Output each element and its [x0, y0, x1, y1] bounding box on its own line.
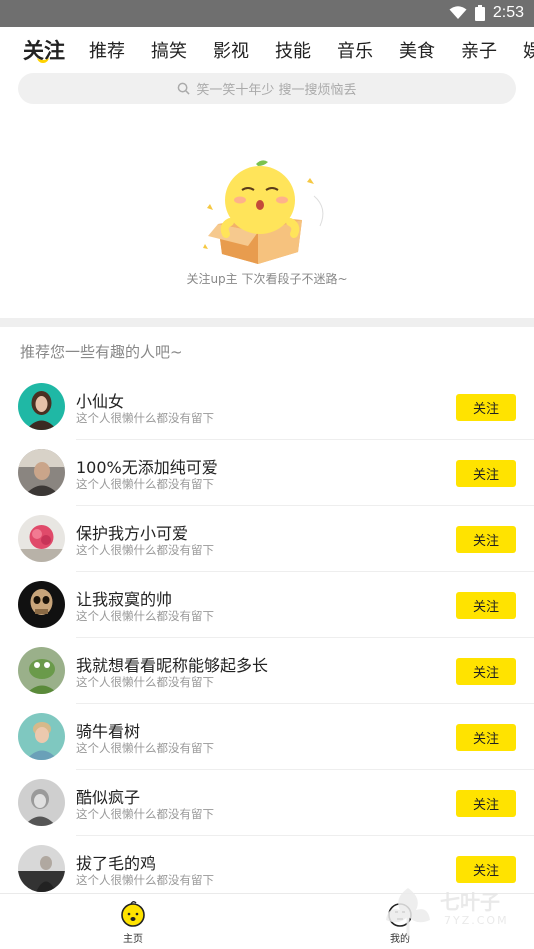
user-bio: 这个人很懒什么都没有留下: [76, 609, 214, 623]
avatar[interactable]: [18, 713, 65, 760]
user-bio: 这个人很懒什么都没有留下: [76, 807, 214, 821]
watermark: 七叶子 7YZ.COM: [378, 880, 528, 940]
avatar[interactable]: [18, 845, 65, 892]
search-placeholder: 笑一笑十年少 搜一搜烦恼丢: [196, 83, 357, 98]
follow-button[interactable]: 关注: [456, 526, 516, 553]
user-bio: 这个人很懒什么都没有留下: [76, 873, 214, 887]
user-name: 保护我方小可爱: [76, 524, 189, 543]
user-bio: 这个人很懒什么都没有留下: [76, 675, 214, 689]
follow-button[interactable]: 关注: [456, 394, 516, 421]
list-item[interactable]: 我就想看看昵称能够起多长 这个人很懒什么都没有留下 关注: [0, 638, 534, 704]
follow-button[interactable]: 关注: [456, 592, 516, 619]
follow-button[interactable]: 关注: [456, 856, 516, 883]
clock: 2:53: [492, 4, 524, 21]
avatar[interactable]: [18, 449, 65, 496]
list-item[interactable]: 100%无添加纯可爱 这个人很懒什么都没有留下 关注: [0, 440, 534, 506]
tab-food[interactable]: 美食: [399, 37, 435, 63]
user-name: 小仙女: [76, 392, 125, 411]
category-tabs: 关注 推荐 搞笑 影视 技能 音乐 美食 亲子 娱: [0, 27, 534, 73]
watermark-brand: 七叶子: [440, 890, 500, 914]
follow-button[interactable]: 关注: [456, 724, 516, 751]
search-bar[interactable]: 笑一笑十年少 搜一搜烦恼丢: [18, 73, 516, 104]
nav-home-label: 主页: [123, 934, 143, 945]
nav-home[interactable]: 主页: [103, 900, 163, 945]
user-bio: 这个人很懒什么都没有留下: [76, 741, 214, 755]
tab-funny[interactable]: 搞笑: [151, 37, 187, 63]
tab-recommend[interactable]: 推荐: [89, 37, 125, 63]
user-name: 骑牛看树: [76, 722, 141, 741]
empty-follow-state: 关注up主 下次看段子不迷路~: [0, 112, 534, 318]
recommend-title: 推荐您一些有趣的人吧~: [20, 343, 183, 361]
avatar[interactable]: [18, 779, 65, 826]
user-name: 酷似疯子: [76, 788, 141, 807]
user-bio: 这个人很懒什么都没有留下: [76, 543, 214, 557]
watermark-domain: 7YZ.COM: [444, 914, 509, 927]
search-icon: [178, 82, 191, 95]
list-item[interactable]: 保护我方小可爱 这个人很懒什么都没有留下 关注: [0, 506, 534, 572]
list-item[interactable]: 骑牛看树 这个人很懒什么都没有留下 关注: [0, 704, 534, 770]
home-face-icon: [121, 901, 145, 927]
avatar[interactable]: [18, 383, 65, 430]
tab-skills[interactable]: 技能: [275, 37, 311, 63]
battery-icon: [474, 5, 485, 21]
status-icons: 2:53: [449, 4, 524, 22]
avatar[interactable]: [18, 515, 65, 562]
section-divider: [0, 318, 534, 327]
tab-entertainment[interactable]: 娱: [523, 37, 534, 63]
recommend-list: 小仙女 这个人很懒什么都没有留下 关注 100%无添加纯可爱 这个人很懒什么都没…: [0, 374, 534, 902]
list-item[interactable]: 小仙女 这个人很懒什么都没有留下 关注: [0, 374, 534, 440]
user-name: 100%无添加纯可爱: [76, 458, 218, 477]
list-item[interactable]: 酷似疯子 这个人很懒什么都没有留下 关注: [0, 770, 534, 836]
wifi-icon: [449, 6, 467, 19]
user-name: 我就想看看昵称能够起多长: [76, 656, 269, 675]
leaf-logo-icon: [386, 888, 430, 936]
tab-music[interactable]: 音乐: [337, 37, 373, 63]
follow-button[interactable]: 关注: [456, 790, 516, 817]
lemon-mascot-illustration: [203, 160, 324, 264]
avatar[interactable]: [18, 581, 65, 628]
empty-state-text: 关注up主 下次看段子不迷路~: [186, 272, 348, 286]
list-item[interactable]: 让我寂寞的帅 这个人很懒什么都没有留下 关注: [0, 572, 534, 638]
follow-button[interactable]: 关注: [456, 460, 516, 487]
tab-movies[interactable]: 影视: [213, 37, 249, 63]
tab-parenting[interactable]: 亲子: [461, 37, 497, 63]
status-bar: 2:53: [0, 0, 534, 27]
user-name: 拔了毛的鸡: [76, 854, 157, 873]
user-bio: 这个人很懒什么都没有留下: [76, 411, 214, 425]
user-name: 让我寂寞的帅: [76, 590, 173, 609]
follow-button[interactable]: 关注: [456, 658, 516, 685]
avatar[interactable]: [18, 647, 65, 694]
user-bio: 这个人很懒什么都没有留下: [76, 477, 214, 491]
tab-follow[interactable]: 关注: [23, 35, 65, 65]
